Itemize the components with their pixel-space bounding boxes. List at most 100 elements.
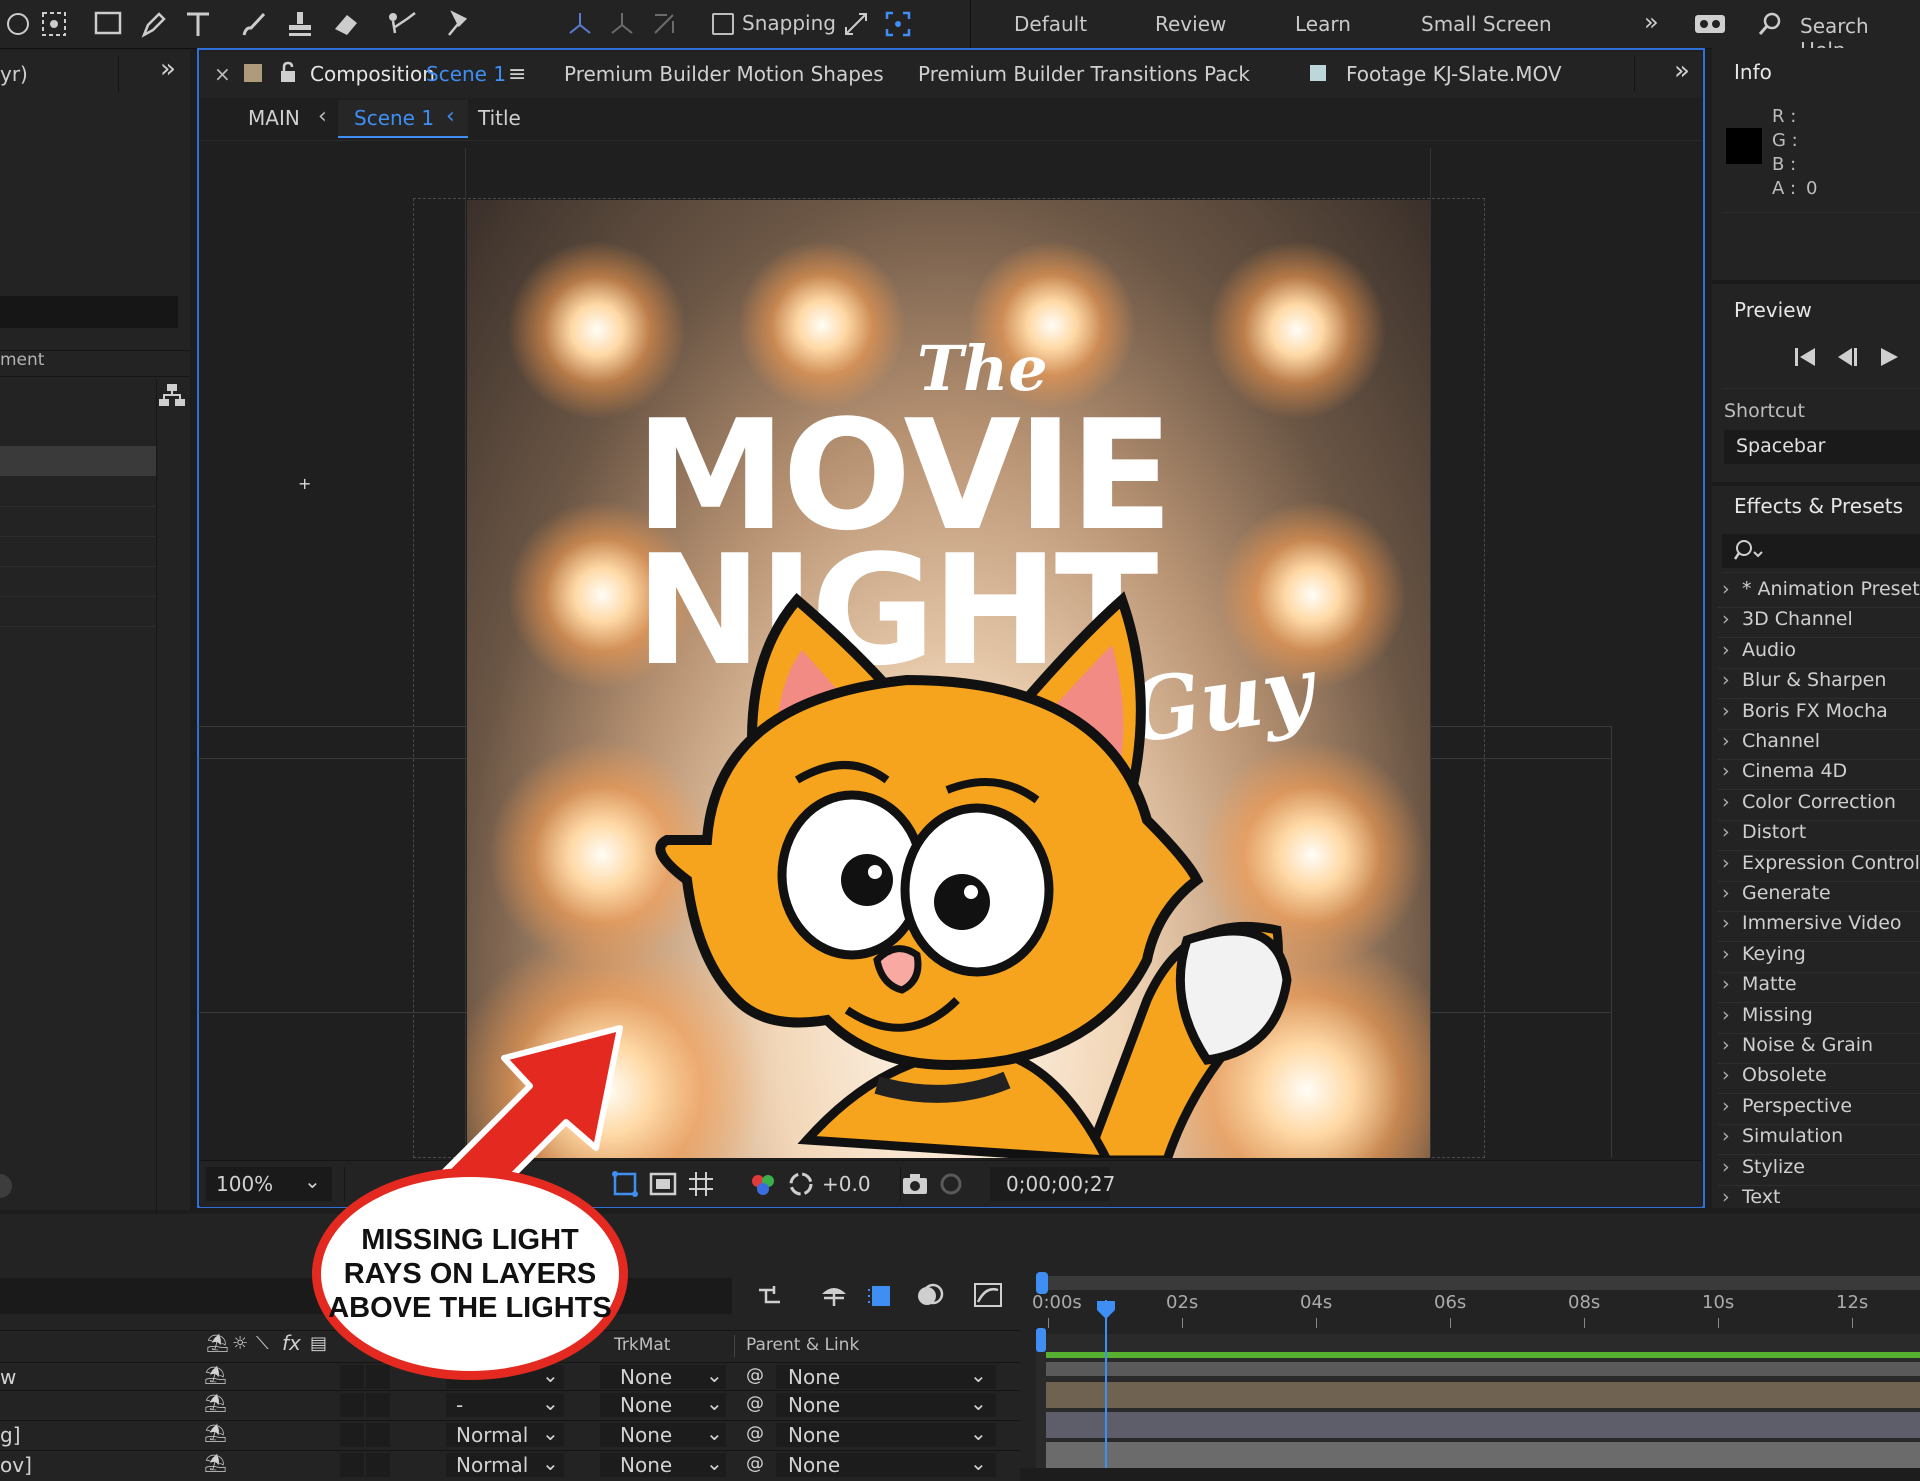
view-axis-icon[interactable] [646, 6, 682, 42]
timeline-layer-row[interactable]: g] ⛱ Normal ⌄ None ⌄ @ None ⌄ [0, 1420, 1020, 1451]
puppet-pin-icon[interactable] [440, 6, 476, 42]
local-axis-icon[interactable] [562, 6, 598, 42]
parent-value[interactable]: None [788, 1365, 840, 1389]
snapping-checkbox-icon[interactable] [712, 13, 734, 35]
shy-switch-icon[interactable]: ⛱ [204, 1393, 227, 1414]
switch-box[interactable] [366, 1393, 390, 1417]
breadcrumb-scene1[interactable]: Scene 1 [354, 106, 434, 130]
panel-scroll-handle[interactable] [0, 1174, 12, 1198]
world-axis-icon[interactable] [604, 6, 640, 42]
layer-duration-bar[interactable] [1046, 1382, 1920, 1408]
effects-category-item[interactable]: › Channel [1722, 730, 1820, 752]
layer-duration-bar[interactable] [1046, 1412, 1920, 1438]
close-tab-icon[interactable]: × [214, 62, 231, 86]
layer-bar-handle[interactable] [1036, 1328, 1046, 1352]
effects-category-item[interactable]: › * Animation Presets [1722, 578, 1920, 600]
pick-whip-icon[interactable]: @ [746, 1393, 764, 1414]
project-search-input[interactable] [0, 296, 178, 328]
overflow-icon[interactable]: » [1644, 8, 1659, 36]
trkmat-column-header[interactable]: TrkMat [614, 1335, 670, 1355]
hide-shy-layers-icon[interactable] [866, 1280, 896, 1315]
layer-name[interactable]: ov] [0, 1453, 32, 1477]
exposure-value[interactable]: +0.0 [822, 1172, 871, 1196]
shy-switch-icon[interactable]: ⛱ [204, 1365, 227, 1386]
graph-editor-icon[interactable] [972, 1280, 1004, 1315]
effects-category-item[interactable]: › Blur & Sharpen [1722, 669, 1886, 691]
shy-switch-icon[interactable]: ⛱ [204, 1453, 227, 1474]
pen-icon[interactable] [136, 6, 172, 42]
workspace-default[interactable]: Default [1014, 12, 1087, 36]
composition-mini-flowchart-icon[interactable] [756, 1282, 786, 1315]
snapshot-camera-icon[interactable] [900, 1169, 930, 1204]
trkmat-value[interactable]: None [620, 1423, 672, 1447]
show-snapshot-icon[interactable] [936, 1169, 966, 1204]
layer-name[interactable]: g] [0, 1423, 21, 1447]
blend-mode-value[interactable]: Normal [456, 1453, 528, 1477]
stamp-icon[interactable] [282, 6, 318, 42]
layer-duration-bar[interactable] [1046, 1442, 1920, 1468]
eraser-icon[interactable] [328, 6, 364, 42]
effects-category-item[interactable]: › Cinema 4D [1722, 760, 1847, 782]
effects-category-item[interactable]: › Simulation [1722, 1125, 1843, 1147]
shortcut-value[interactable]: Spacebar [1736, 435, 1825, 457]
parent-value[interactable]: None [788, 1453, 840, 1477]
effects-category-item[interactable]: › Noise & Grain [1722, 1034, 1873, 1056]
snap-target-icon[interactable] [880, 6, 916, 42]
info-panel-title[interactable]: Info [1734, 60, 1772, 84]
flowchart-icon[interactable] [158, 382, 186, 413]
effects-category-item[interactable]: › Color Correction [1722, 791, 1896, 813]
switch-box[interactable] [340, 1393, 364, 1417]
tab-overflow-icon[interactable]: » [1674, 56, 1690, 86]
work-area-bar[interactable] [1036, 1276, 1920, 1290]
snap-options-icon[interactable] [838, 6, 874, 42]
pick-whip-icon[interactable]: @ [746, 1423, 764, 1444]
transparency-grid-icon[interactable] [648, 1169, 678, 1204]
effects-category-item[interactable]: › Distort [1722, 821, 1806, 843]
workspace-review[interactable]: Review [1155, 12, 1226, 36]
switch-box[interactable] [366, 1423, 390, 1447]
first-frame-icon[interactable] [1792, 344, 1818, 375]
tab-premium-transitions-pack[interactable]: Premium Builder Transitions Pack [918, 62, 1250, 86]
timeline-layer-row[interactable]: ⛱ - ⌄ None ⌄ @ None ⌄ [0, 1390, 1020, 1421]
shy-switch-icon[interactable]: ⛱ [204, 1423, 227, 1444]
tab-footage-kj-slate[interactable]: Footage KJ-Slate.MOV [1346, 62, 1562, 86]
lock-icon[interactable] [278, 60, 298, 89]
layer-duration-bar[interactable] [1046, 1362, 1920, 1376]
breadcrumb-main[interactable]: MAIN [248, 106, 300, 130]
composition-tab-label[interactable]: Composition [310, 62, 435, 86]
switch-box[interactable] [340, 1423, 364, 1447]
layer-name[interactable]: w [0, 1365, 16, 1389]
text-icon[interactable] [180, 6, 216, 42]
effects-category-item[interactable]: › Stylize [1722, 1156, 1805, 1178]
pick-whip-icon[interactable]: @ [746, 1365, 764, 1386]
workspace-small-screen[interactable]: Small Screen [1421, 12, 1552, 36]
effects-category-item[interactable]: › 3D Channel [1722, 608, 1853, 630]
project-item-selected[interactable] [0, 446, 156, 476]
region-of-interest-icon[interactable] [686, 1169, 716, 1204]
playhead-handle[interactable] [1096, 1300, 1116, 1325]
effects-category-item[interactable]: › Expression Controls [1722, 852, 1920, 874]
trkmat-value[interactable]: None [620, 1365, 672, 1389]
workspace-learn[interactable]: Learn [1295, 12, 1351, 36]
switch-box[interactable] [366, 1365, 390, 1389]
effects-category-item[interactable]: › Perspective [1722, 1095, 1852, 1117]
draft-3d-icon[interactable] [818, 1280, 850, 1315]
effects-panel-title[interactable]: Effects & Presets [1734, 494, 1903, 518]
play-icon[interactable] [1876, 344, 1902, 375]
effects-category-item[interactable]: › Text [1722, 1186, 1780, 1208]
snapping-label[interactable]: Snapping [742, 11, 836, 35]
effects-category-item[interactable]: › Obsolete [1722, 1064, 1827, 1086]
parent-value[interactable]: None [788, 1393, 840, 1417]
zoom-value[interactable]: 100% [216, 1172, 273, 1196]
tab-premium-motion-shapes[interactable]: Premium Builder Motion Shapes [564, 62, 884, 86]
preview-panel-title[interactable]: Preview [1734, 298, 1812, 322]
roto-brush-icon[interactable] [384, 6, 420, 42]
switch-box[interactable] [366, 1453, 390, 1477]
pick-whip-icon[interactable]: @ [746, 1453, 764, 1474]
panel-overflow-icon[interactable]: » [160, 54, 176, 84]
switch-box[interactable] [340, 1365, 364, 1389]
trkmat-value[interactable]: None [620, 1453, 672, 1477]
effects-category-item[interactable]: › Generate [1722, 882, 1831, 904]
previous-frame-icon[interactable] [1834, 344, 1860, 375]
timeline-layer-row[interactable]: ov] ⛱ Normal ⌄ None ⌄ @ None ⌄ [0, 1450, 1020, 1481]
